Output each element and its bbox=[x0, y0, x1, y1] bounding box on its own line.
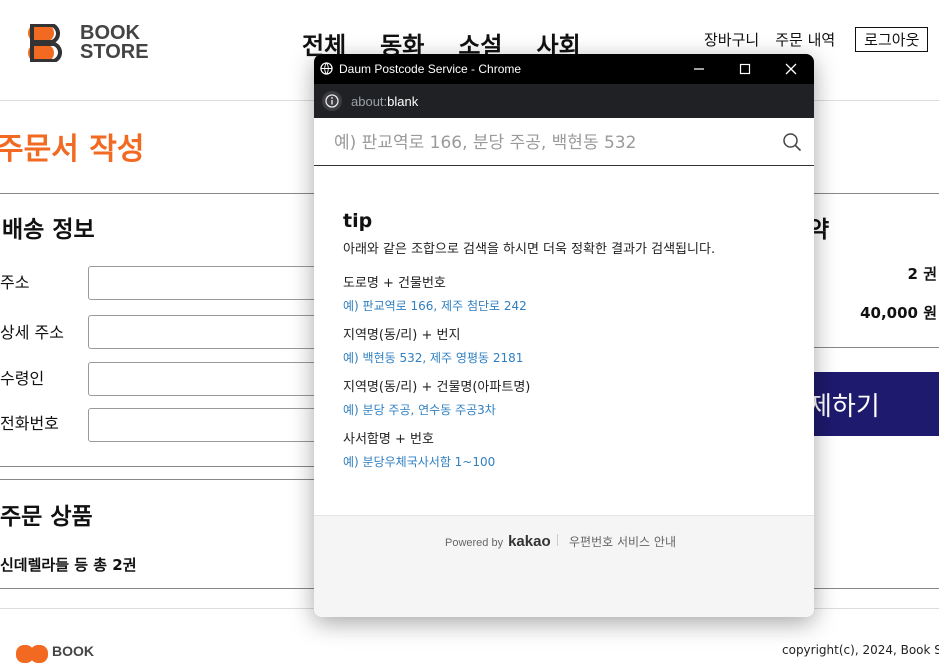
tip-description: 아래와 같은 조합으로 검색을 하시면 더욱 정확한 결과가 검색됩니다. bbox=[343, 242, 716, 257]
url-scheme: about: bbox=[351, 94, 388, 109]
products-divider bbox=[0, 479, 320, 480]
detail-address-input[interactable] bbox=[88, 315, 322, 349]
tip-heading: 도로명 + 건물번호 bbox=[343, 276, 446, 291]
order-products-title: 주문 상품 bbox=[0, 504, 93, 530]
popup-window-title: Daum Postcode Service - Chrome bbox=[339, 62, 522, 76]
summary-price: 40,000 원 bbox=[860, 304, 937, 322]
close-icon bbox=[785, 63, 797, 75]
logout-button[interactable]: 로그아웃 bbox=[855, 27, 929, 52]
minimize-icon bbox=[694, 68, 704, 70]
postcode-search-input[interactable] bbox=[332, 128, 776, 158]
footer-logo-mark-icon bbox=[16, 645, 48, 663]
globe-icon bbox=[320, 62, 333, 75]
orders-link[interactable]: 주문 내역 bbox=[775, 29, 835, 50]
postcode-popup-window: Daum Postcode Service - Chrome about:bla… bbox=[314, 54, 814, 617]
search-tips: tip 아래와 같은 조합으로 검색을 하시면 더욱 정확한 결과가 검색됩니다… bbox=[343, 206, 793, 480]
powered-by-label: Powered by bbox=[445, 537, 504, 549]
user-menu: 장바구니 주문 내역 로그아웃 bbox=[704, 27, 929, 52]
tip-heading: 지역명(동/리) + 번지 bbox=[343, 328, 461, 343]
tip-heading: 지역명(동/리) + 건물명(아파트명) bbox=[343, 380, 531, 395]
maximize-icon bbox=[739, 63, 751, 75]
popup-address-bar[interactable]: about:blank bbox=[314, 84, 814, 118]
summary-count: 2 권 bbox=[907, 265, 937, 283]
tip-item: 지역명(동/리) + 건물명(아파트명) 예) 분당 주공, 연수동 주공3차 bbox=[343, 376, 793, 418]
cart-link[interactable]: 장바구니 bbox=[704, 29, 759, 50]
popup-titlebar[interactable]: Daum Postcode Service - Chrome bbox=[314, 54, 814, 84]
tip-example: 예) 판교역로 166, 제주 첨단로 242 bbox=[343, 299, 527, 313]
recipient-label: 수령인 bbox=[0, 369, 45, 388]
close-button[interactable] bbox=[768, 54, 814, 84]
search-icon[interactable] bbox=[782, 132, 802, 152]
tip-item: 사서함명 + 번호 예) 분당우체국사서함 1~100 bbox=[343, 428, 793, 470]
detail-address-label: 상세 주소 bbox=[0, 323, 64, 342]
postcode-search-bar bbox=[314, 118, 814, 166]
maximize-button[interactable] bbox=[722, 54, 768, 84]
info-icon[interactable] bbox=[322, 91, 342, 111]
popup-url: about:blank bbox=[351, 94, 418, 109]
order-products-summary: 신데렐라들 등 총 2권 bbox=[0, 556, 137, 574]
popup-footer: Powered by kakao 우편번호 서비스 안내 bbox=[314, 515, 814, 617]
tip-item: 지역명(동/리) + 번지 예) 백현동 532, 제주 영평동 2181 bbox=[343, 324, 793, 366]
tip-item: 도로명 + 건물번호 예) 판교역로 166, 제주 첨단로 242 bbox=[343, 272, 793, 314]
footer-logo: BOOK bbox=[16, 643, 106, 663]
footer-logo-text: BOOK bbox=[52, 643, 94, 659]
form-divider bbox=[0, 466, 320, 467]
tip-heading: 사서함명 + 번호 bbox=[343, 432, 434, 447]
minimize-button[interactable] bbox=[676, 54, 722, 84]
postcode-service-guide-link[interactable]: 우편번호 서비스 안내 bbox=[569, 533, 676, 550]
tip-example: 예) 백현동 532, 제주 영평동 2181 bbox=[343, 351, 524, 365]
tip-example: 예) 분당우체국사서함 1~100 bbox=[343, 455, 496, 469]
bookstore-logo[interactable]: BOOK STORE bbox=[28, 23, 149, 64]
logo-text-store: STORE bbox=[80, 41, 149, 63]
logo-mark-icon bbox=[28, 24, 62, 62]
footer-separator bbox=[557, 534, 558, 546]
powered-by: Powered by kakao bbox=[445, 533, 551, 550]
kakao-logo[interactable]: kakao bbox=[508, 533, 551, 550]
page-title: 주문서 작성 bbox=[0, 132, 145, 167]
copyright-text: copyright(c), 2024, Book Stor bbox=[782, 643, 939, 657]
phone-label: 전화번호 bbox=[0, 414, 59, 433]
tip-title: tip bbox=[343, 210, 373, 232]
tip-example: 예) 분당 주공, 연수동 주공3차 bbox=[343, 403, 496, 417]
address-input[interactable] bbox=[88, 266, 322, 300]
address-label: 주소 bbox=[0, 273, 30, 292]
recipient-input[interactable] bbox=[88, 362, 322, 396]
url-path: blank bbox=[387, 94, 419, 109]
phone-input[interactable] bbox=[88, 408, 322, 442]
shipping-info-title: 배송 정보 bbox=[2, 217, 95, 243]
